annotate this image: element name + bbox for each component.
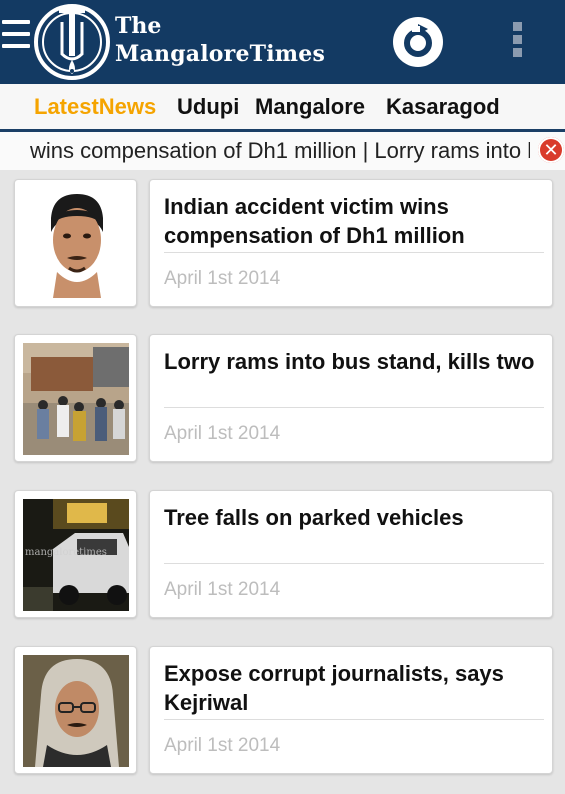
menu-icon[interactable]: [2, 20, 30, 56]
list-item[interactable]: Expose corrupt journalists, says Kejriwa…: [0, 646, 565, 774]
brand-line-1: The: [115, 13, 162, 39]
article-card[interactable]: Tree falls on parked vehicles April 1st …: [149, 490, 553, 618]
logo-icon[interactable]: [32, 2, 112, 82]
article-date: April 1st 2014: [164, 579, 281, 600]
article-card[interactable]: Indian accident victim wins compensation…: [149, 179, 553, 307]
article-thumbnail[interactable]: [14, 179, 137, 307]
brand-line-2: MangaloreTimes: [115, 41, 326, 67]
portrait-image: [23, 655, 129, 767]
watermark-text: mangaloretimes: [25, 547, 107, 558]
divider: [164, 719, 544, 720]
car-photo: mangaloretimes: [23, 499, 129, 611]
tab-mangalore[interactable]: Mangalore: [255, 94, 365, 120]
divider: [164, 252, 544, 253]
article-headline[interactable]: Tree falls on parked vehicles: [164, 503, 544, 532]
news-ticker[interactable]: wins compensation of Dh1 million | Lorry…: [0, 132, 565, 170]
category-tabs: LatestNews Udupi Mangalore Kasaragod: [0, 84, 565, 132]
refresh-icon[interactable]: [392, 16, 444, 68]
list-item[interactable]: Lorry rams into bus stand, kills two Apr…: [0, 334, 565, 462]
brand-title: The MangaloreTimes: [115, 12, 325, 68]
article-card[interactable]: Expose corrupt journalists, says Kejriwa…: [149, 646, 553, 774]
portrait-image: [23, 188, 129, 298]
tab-kasaragod[interactable]: Kasaragod: [386, 94, 500, 120]
article-headline[interactable]: Indian accident victim wins compensation…: [164, 192, 544, 250]
article-card[interactable]: Lorry rams into bus stand, kills two Apr…: [149, 334, 553, 462]
close-icon[interactable]: ✕: [538, 137, 564, 163]
article-thumbnail[interactable]: [14, 646, 137, 774]
article-thumbnail[interactable]: [14, 334, 137, 462]
divider: [164, 563, 544, 564]
article-date: April 1st 2014: [164, 423, 281, 444]
article-thumbnail[interactable]: mangaloretimes: [14, 490, 137, 618]
article-date: April 1st 2014: [164, 735, 281, 756]
ticker-text[interactable]: wins compensation of Dh1 million | Lorry…: [30, 138, 530, 164]
list-item[interactable]: mangaloretimes Tree falls on parked vehi…: [0, 490, 565, 618]
article-headline[interactable]: Expose corrupt journalists, says Kejriwa…: [164, 659, 544, 717]
crowd-photo: [23, 343, 129, 455]
article-date: April 1st 2014: [164, 268, 281, 289]
list-item[interactable]: Indian accident victim wins compensation…: [0, 179, 565, 307]
divider: [164, 407, 544, 408]
tab-latestnews[interactable]: LatestNews: [34, 94, 156, 120]
app-header: The MangaloreTimes: [0, 0, 565, 84]
tab-udupi[interactable]: Udupi: [177, 94, 239, 120]
overflow-menu-icon[interactable]: [510, 22, 524, 60]
article-headline[interactable]: Lorry rams into bus stand, kills two: [164, 347, 544, 376]
